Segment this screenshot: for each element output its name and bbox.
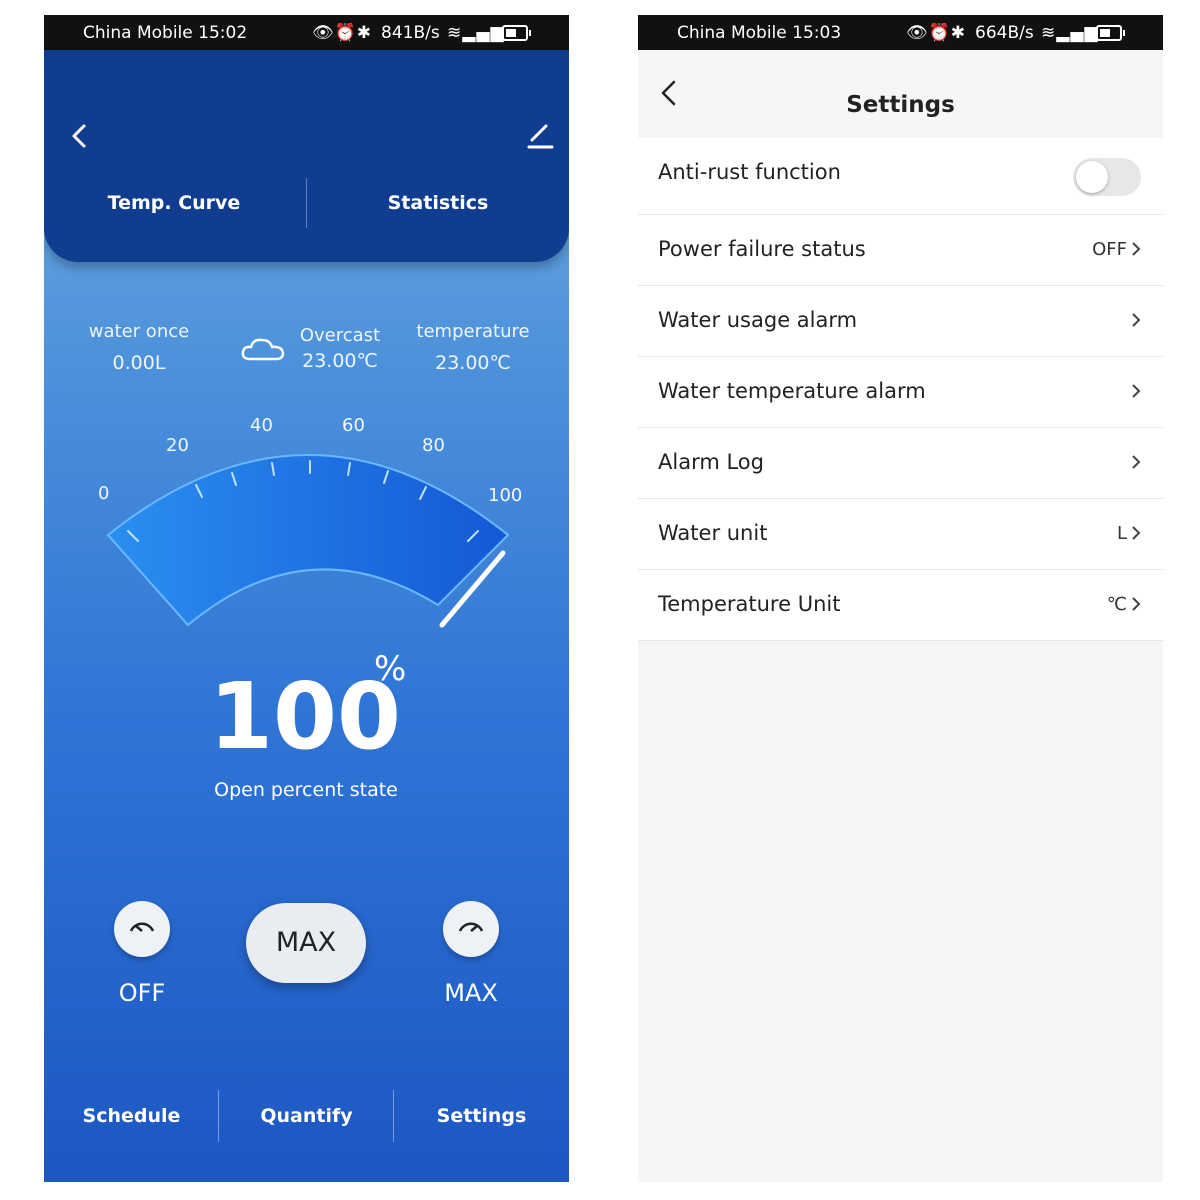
setting-value: L — [1116, 523, 1127, 544]
signal-icon: ≋▂▄▆ — [447, 23, 505, 43]
chevron-right-icon — [1132, 455, 1141, 469]
status-bar: China Mobile 15:03 👁⏰✱ 664B/s ≋▂▄▆ — [638, 15, 1163, 50]
signal-icon: ≋▂▄▆ — [1041, 23, 1099, 43]
chevron-right-icon — [1132, 597, 1141, 611]
max-pill-button[interactable]: MAX — [246, 903, 366, 983]
setting-water-temperature-alarm[interactable]: Water temperature alarm — [638, 357, 1163, 428]
status-icons: 👁⏰✱ — [312, 23, 372, 43]
setting-label: Water unit — [658, 521, 768, 545]
gauge-icon — [458, 922, 484, 932]
weather-value: 23.00℃ — [302, 350, 378, 372]
open-percent-value: 100 — [209, 663, 402, 770]
setting-water-unit[interactable]: Water unit L — [638, 499, 1163, 570]
settings-list: Anti-rust function Power failure status … — [638, 138, 1163, 641]
edit-icon[interactable] — [526, 120, 554, 150]
off-label: OFF — [118, 979, 166, 1007]
header-panel: Temp. Curve Statistics — [44, 50, 569, 262]
nav-schedule[interactable]: Schedule — [44, 1105, 219, 1127]
status-carrier: China Mobile 15:03 — [677, 23, 842, 43]
open-gauge — [106, 454, 510, 628]
open-percent-label: Open percent state — [214, 779, 398, 801]
setting-power-failure[interactable]: Power failure status OFF — [638, 215, 1163, 286]
status-speed: 841B/s — [381, 23, 440, 43]
setting-water-usage-alarm[interactable]: Water usage alarm — [638, 286, 1163, 357]
setting-value: OFF — [1092, 239, 1127, 260]
chevron-right-icon — [1132, 242, 1141, 256]
setting-label: Water temperature alarm — [658, 379, 926, 403]
percent-unit: % — [374, 649, 407, 689]
anti-rust-toggle[interactable] — [1073, 158, 1141, 196]
max-label: MAX — [444, 979, 498, 1007]
water-once-info: water once 0.00L — [74, 321, 204, 374]
tab-temp-curve[interactable]: Temp. Curve — [64, 192, 284, 214]
settings-screen: China Mobile 15:03 👁⏰✱ 664B/s ≋▂▄▆ Setti… — [638, 15, 1163, 1182]
status-speed: 664B/s — [975, 23, 1034, 43]
nav-quantify[interactable]: Quantify — [219, 1105, 394, 1127]
back-icon[interactable] — [66, 122, 94, 150]
chevron-right-icon — [1132, 384, 1141, 398]
setting-label: Anti-rust function — [658, 160, 841, 184]
water-once-value: 0.00L — [112, 352, 166, 374]
battery-icon — [1096, 25, 1125, 41]
gauge-icon — [129, 922, 155, 932]
temperature-label: temperature — [416, 321, 530, 342]
gauge-band — [106, 454, 510, 627]
main-screen: China Mobile 15:02 👁⏰✱ 841B/s ≋▂▄▆ Temp.… — [44, 15, 569, 1182]
weather-info: Overcast 23.00℃ — [280, 325, 400, 372]
setting-label: Alarm Log — [658, 450, 764, 474]
status-carrier: China Mobile 15:02 — [83, 23, 248, 43]
water-once-label: water once — [88, 321, 190, 342]
setting-temperature-unit[interactable]: Temperature Unit ℃ — [638, 570, 1163, 641]
status-time: 15:02 — [198, 23, 248, 43]
tab-divider — [306, 178, 307, 228]
setting-label: Power failure status — [658, 237, 866, 261]
off-button[interactable] — [114, 901, 170, 957]
weather-condition: Overcast — [299, 325, 381, 346]
settings-header: Settings — [638, 50, 1163, 145]
max-button[interactable] — [443, 901, 499, 957]
temperature-info: temperature 23.00℃ — [408, 321, 538, 374]
status-bar: China Mobile 15:02 👁⏰✱ 841B/s ≋▂▄▆ — [44, 15, 569, 50]
setting-alarm-log[interactable]: Alarm Log — [638, 428, 1163, 499]
status-icons: 👁⏰✱ — [906, 23, 966, 43]
battery-icon — [502, 25, 531, 41]
chevron-right-icon — [1132, 313, 1141, 327]
chevron-right-icon — [1132, 526, 1141, 540]
status-time: 15:03 — [792, 23, 842, 43]
nav-settings[interactable]: Settings — [394, 1105, 569, 1127]
setting-label: Temperature Unit — [658, 592, 841, 616]
page-title: Settings — [846, 92, 955, 118]
setting-value: ℃ — [1106, 594, 1127, 615]
temperature-value: 23.00℃ — [435, 352, 511, 374]
setting-label: Water usage alarm — [658, 308, 858, 332]
tab-statistics[interactable]: Statistics — [328, 192, 548, 214]
setting-anti-rust: Anti-rust function — [638, 138, 1163, 215]
